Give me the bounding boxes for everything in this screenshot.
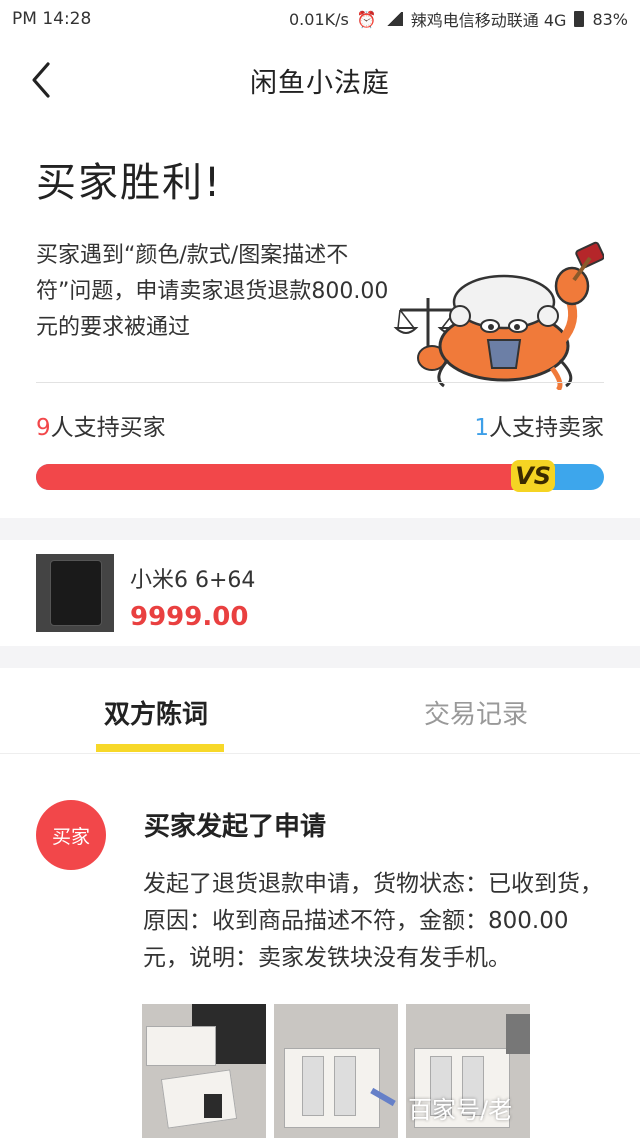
battery-level: 83%: [592, 9, 628, 29]
event-description: 发起了退货退款申请，货物状态：已收到货，原因：收到商品描述不符，金额：800.0…: [143, 871, 603, 971]
product-thumbnail: [36, 554, 114, 632]
section-gap: [0, 518, 640, 540]
tab-statements[interactable]: 双方陈词: [104, 694, 208, 731]
support-vs-bar: VS: [36, 460, 604, 492]
event-title: 买家发起了申请: [144, 812, 327, 842]
tab-transaction-record[interactable]: 交易记录: [424, 694, 528, 731]
battery-icon: [574, 11, 585, 27]
back-arrow-icon: [32, 62, 50, 98]
status-time: PM 14:28: [12, 9, 92, 29]
page-title: 闲鱼小法庭: [250, 67, 390, 99]
vs-badge: VS: [511, 460, 556, 492]
back-button[interactable]: [26, 58, 66, 102]
buyer-support-fill: [36, 464, 548, 490]
phone-image: [50, 560, 102, 626]
signal-icon: [384, 12, 403, 26]
product-name: 小米6 6+64: [130, 568, 256, 593]
evidence-photo[interactable]: [274, 1004, 398, 1138]
seller-support: 1人支持卖家: [474, 408, 604, 442]
watermark: 百家号/老: [408, 1096, 513, 1124]
carrier-label: 辣鸡电信移动联通 4G: [410, 11, 567, 30]
active-tab-indicator: [96, 744, 224, 752]
evidence-photo[interactable]: [142, 1004, 266, 1138]
buyer-support-count: 9: [36, 415, 51, 441]
verdict-description: 买家遇到“颜色/款式/图案描述不符”问题，申请卖家退货退款800.00元的要求被…: [36, 243, 389, 340]
buyer-support: 9人支持买家: [36, 408, 166, 442]
support-row: 9人支持买家 1人支持卖家: [36, 408, 604, 442]
divider: [36, 382, 604, 383]
buyer-avatar: 买家: [36, 800, 106, 870]
seller-support-label: 人支持卖家: [489, 415, 604, 441]
status-bar: PM 14:28 0.01K/s ⏰ 辣鸡电信移动联通 4G 83%: [0, 0, 640, 38]
product-price: 9999.00: [130, 602, 249, 632]
tab-bar: 双方陈词 交易记录: [0, 668, 640, 754]
buyer-support-label: 人支持买家: [50, 415, 166, 441]
product-card[interactable]: 小米6 6+64 9999.00: [0, 540, 640, 646]
section-gap: [0, 646, 640, 668]
crab-judge-illustration: [393, 241, 604, 390]
verdict-title: 买家胜利!: [36, 160, 223, 206]
seller-support-count: 1: [474, 415, 489, 441]
nav-bar: 闲鱼小法庭: [0, 38, 640, 122]
alarm-icon: ⏰: [356, 9, 377, 29]
network-speed: 0.01K/s: [289, 9, 349, 29]
